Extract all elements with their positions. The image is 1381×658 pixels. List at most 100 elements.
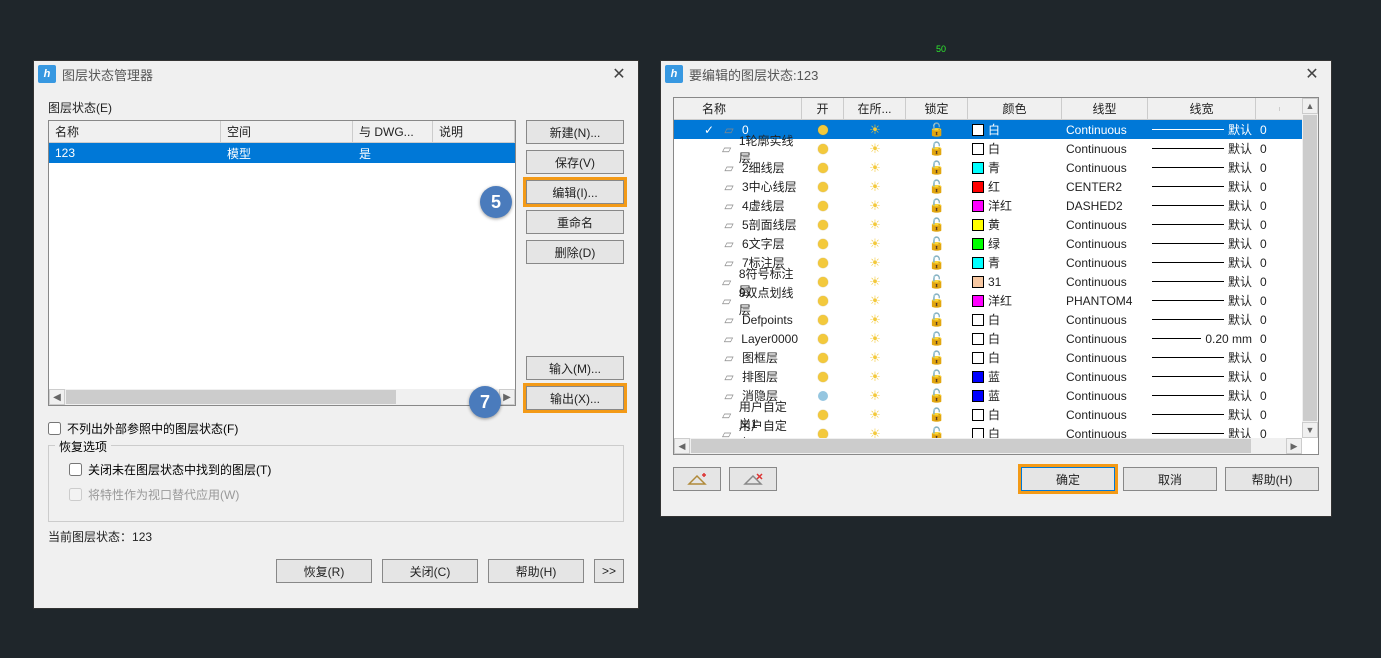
lock-open-icon[interactable]: 🔓 xyxy=(929,122,945,138)
turnoff-checkbox[interactable]: 关闭未在图层状态中找到的图层(T) xyxy=(69,461,603,478)
color-swatch[interactable] xyxy=(972,390,984,402)
cancel-button[interactable]: 取消 xyxy=(1123,467,1217,491)
col-plot[interactable] xyxy=(1256,107,1280,111)
col-on[interactable]: 开 xyxy=(802,98,844,119)
layer-states-grid[interactable]: 名称 空间 与 DWG... 说明 123 模型 是 ◀ ▶ xyxy=(48,120,516,406)
sun-icon[interactable]: ☀ xyxy=(869,350,881,366)
col-space[interactable]: 空间 xyxy=(221,121,353,142)
import-button[interactable]: 输入(M)... xyxy=(526,356,624,380)
add-layer-button[interactable] xyxy=(673,467,721,491)
sun-icon[interactable]: ☀ xyxy=(869,160,881,176)
lock-open-icon[interactable]: 🔓 xyxy=(929,388,945,404)
restore-button[interactable]: 恢复(R) xyxy=(276,559,372,583)
col-linetype[interactable]: 线型 xyxy=(1062,98,1148,119)
color-swatch[interactable] xyxy=(972,124,984,136)
sun-icon[interactable]: ☀ xyxy=(869,407,881,423)
layer-row[interactable]: ✓▱Defpoints ☀ 🔓 白 Continuous 默认 0 xyxy=(674,310,1318,329)
bulb-icon[interactable] xyxy=(818,182,828,192)
sun-icon[interactable]: ☀ xyxy=(869,236,881,252)
vertical-scrollbar[interactable]: ▲ ▼ xyxy=(1302,98,1318,438)
color-swatch[interactable] xyxy=(972,143,984,155)
layer-row[interactable]: ✓▱Layer0000 ☀ 🔓 白 Continuous 0.20 mm 0 xyxy=(674,329,1318,348)
horizontal-scrollbar[interactable]: ◀ ▶ xyxy=(49,389,515,405)
dialog-titlebar[interactable]: h 图层状态管理器 ✕ xyxy=(34,61,638,87)
layer-row[interactable]: ✓▱1轮廓实线层 ☀ 🔓 白 Continuous 默认 0 xyxy=(674,139,1318,158)
scroll-thumb[interactable] xyxy=(691,439,1251,453)
scroll-left-icon[interactable]: ◀ xyxy=(674,438,690,454)
col-freeze[interactable]: 在所... xyxy=(844,98,906,119)
col-color[interactable]: 颜色 xyxy=(968,98,1062,119)
sun-icon[interactable]: ☀ xyxy=(869,274,881,290)
bulb-icon[interactable] xyxy=(818,220,828,230)
lock-open-icon[interactable]: 🔓 xyxy=(929,141,945,157)
layer-row[interactable]: ✓▱3中心线层 ☀ 🔓 红 CENTER2 默认 0 xyxy=(674,177,1318,196)
color-swatch[interactable] xyxy=(972,181,984,193)
sun-icon[interactable]: ☀ xyxy=(869,312,881,328)
sun-icon[interactable]: ☀ xyxy=(869,293,881,309)
sun-icon[interactable]: ☀ xyxy=(869,217,881,233)
lock-open-icon[interactable]: 🔓 xyxy=(929,312,945,328)
sun-icon[interactable]: ☀ xyxy=(869,122,881,138)
color-swatch[interactable] xyxy=(972,333,984,345)
lock-open-icon[interactable]: 🔓 xyxy=(929,274,945,290)
export-button[interactable]: 输出(X)... xyxy=(526,386,624,410)
help-button[interactable]: 帮助(H) xyxy=(1225,467,1319,491)
color-swatch[interactable] xyxy=(972,314,984,326)
color-swatch[interactable] xyxy=(972,257,984,269)
bulb-icon[interactable] xyxy=(818,201,828,211)
color-swatch[interactable] xyxy=(972,352,984,364)
layer-row[interactable]: ✓▱6文字层 ☀ 🔓 绿 Continuous 默认 0 xyxy=(674,234,1318,253)
ok-button[interactable]: 确定 xyxy=(1021,467,1115,491)
close-icon[interactable]: ✕ xyxy=(604,62,634,86)
save-button[interactable]: 保存(V) xyxy=(526,150,624,174)
bulb-icon[interactable] xyxy=(818,144,828,154)
dialog-titlebar[interactable]: h 要编辑的图层状态:123 ✕ xyxy=(661,61,1331,87)
lock-open-icon[interactable]: 🔓 xyxy=(929,236,945,252)
close-icon[interactable]: ✕ xyxy=(1297,62,1327,86)
layer-row[interactable]: ✓▱9双点划线层 ☀ 🔓 洋红 PHANTOM4 默认 0 xyxy=(674,291,1318,310)
bulb-icon[interactable] xyxy=(818,410,828,420)
sun-icon[interactable]: ☀ xyxy=(869,198,881,214)
bulb-icon[interactable] xyxy=(818,277,828,287)
col-lock[interactable]: 锁定 xyxy=(906,98,968,119)
lock-open-icon[interactable]: 🔓 xyxy=(929,293,945,309)
external-xref-input[interactable] xyxy=(48,422,61,435)
sun-icon[interactable]: ☀ xyxy=(869,388,881,404)
lock-open-icon[interactable]: 🔓 xyxy=(929,179,945,195)
sun-icon[interactable]: ☀ xyxy=(869,369,881,385)
edit-button[interactable]: 编辑(I)... xyxy=(526,180,624,204)
turnoff-input[interactable] xyxy=(69,463,82,476)
scroll-thumb[interactable] xyxy=(66,390,396,404)
expand-button[interactable]: >> xyxy=(594,559,624,583)
color-swatch[interactable] xyxy=(972,200,984,212)
layer-row[interactable]: ✓▱图框层 ☀ 🔓 白 Continuous 默认 0 xyxy=(674,348,1318,367)
scroll-thumb[interactable] xyxy=(1303,115,1317,421)
horizontal-scrollbar[interactable]: ◀ ▶ xyxy=(674,438,1302,454)
lock-open-icon[interactable]: 🔓 xyxy=(929,407,945,423)
lock-open-icon[interactable]: 🔓 xyxy=(929,198,945,214)
sun-icon[interactable]: ☀ xyxy=(869,179,881,195)
delete-button[interactable]: 删除(D) xyxy=(526,240,624,264)
col-same-dwg[interactable]: 与 DWG... xyxy=(353,121,433,142)
color-swatch[interactable] xyxy=(972,295,984,307)
lock-open-icon[interactable]: 🔓 xyxy=(929,217,945,233)
sun-icon[interactable]: ☀ xyxy=(869,255,881,271)
scroll-left-icon[interactable]: ◀ xyxy=(49,389,65,405)
layer-row[interactable]: ✓▱2细线层 ☀ 🔓 青 Continuous 默认 0 xyxy=(674,158,1318,177)
scroll-right-icon[interactable]: ▶ xyxy=(1286,438,1302,454)
external-xref-checkbox[interactable]: 不列出外部参照中的图层状态(F) xyxy=(48,420,624,437)
layer-grid[interactable]: 名称 开 在所... 锁定 颜色 线型 线宽 ✓▱0 ☀ 🔓 白 Continu… xyxy=(673,97,1319,455)
col-description[interactable]: 说明 xyxy=(433,121,515,142)
bulb-icon[interactable] xyxy=(818,315,828,325)
bulb-icon[interactable] xyxy=(818,258,828,268)
scroll-down-icon[interactable]: ▼ xyxy=(1302,422,1318,438)
lock-open-icon[interactable]: 🔓 xyxy=(929,350,945,366)
help-button[interactable]: 帮助(H) xyxy=(488,559,584,583)
bulb-icon[interactable] xyxy=(818,429,828,439)
bulb-icon[interactable] xyxy=(818,372,828,382)
scroll-right-icon[interactable]: ▶ xyxy=(499,389,515,405)
col-name[interactable]: 名称 xyxy=(49,121,221,142)
layer-state-row[interactable]: 123 模型 是 xyxy=(49,143,515,163)
lock-open-icon[interactable]: 🔓 xyxy=(929,369,945,385)
bulb-icon[interactable] xyxy=(818,239,828,249)
